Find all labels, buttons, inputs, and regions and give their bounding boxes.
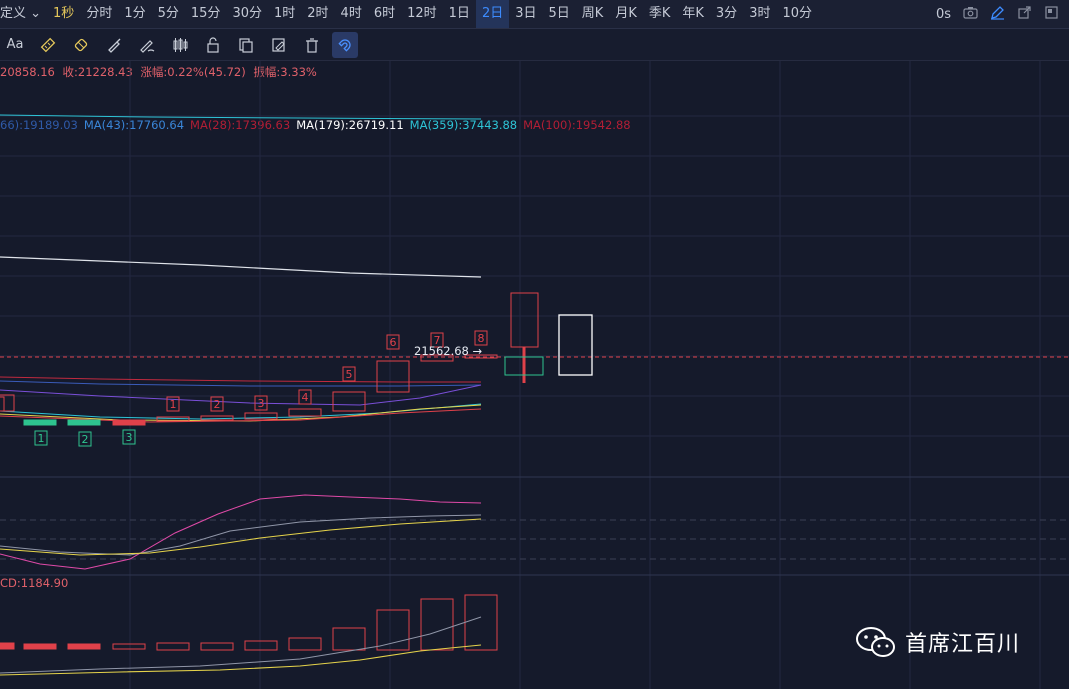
sequence-up-number: 5: [346, 368, 353, 381]
candle: [112, 419, 146, 426]
macd-label: CD:1184.90: [0, 576, 69, 590]
timeframe-8[interactable]: 2时: [301, 0, 334, 28]
camera-icon[interactable]: [963, 5, 978, 24]
kdj-d-line: [0, 518, 482, 556]
sequence-up-number: 2: [214, 398, 221, 411]
watermark-text: 首席江百川: [905, 632, 1021, 657]
ruler-icon[interactable]: [35, 32, 61, 58]
timeframe-9[interactable]: 4时: [335, 0, 368, 28]
timeframe-7[interactable]: 1时: [268, 0, 301, 28]
macd-bar: [376, 609, 410, 651]
timeframe-16[interactable]: 周K: [576, 0, 610, 28]
timeframe-14[interactable]: 3日: [509, 0, 542, 28]
timeframe-3[interactable]: 1分: [118, 0, 151, 28]
last-price-label: 21562.68 →: [414, 344, 483, 358]
candle: [558, 314, 593, 376]
candle: [67, 419, 101, 426]
draw-line-icon[interactable]: [134, 32, 160, 58]
countdown: 0s: [935, 6, 951, 22]
candle: [288, 408, 322, 417]
pencil-icon[interactable]: [990, 5, 1005, 24]
kdj-k-line: [0, 514, 482, 556]
timeframe-11[interactable]: 12时: [401, 0, 443, 28]
edit-icon[interactable]: [266, 32, 292, 58]
timeframe-13[interactable]: 2日: [475, 0, 510, 28]
kdj-j-line: [0, 494, 482, 570]
timeframe-4[interactable]: 5分: [152, 0, 185, 28]
sequence-down-number: 3: [126, 431, 133, 444]
timeframe-20[interactable]: 3分: [710, 0, 743, 28]
candle: [376, 360, 410, 393]
timeframe-12[interactable]: 1日: [443, 0, 476, 28]
text-tool-label: Aa: [6, 37, 24, 52]
timeframe-5[interactable]: 15分: [185, 0, 227, 28]
candle: [23, 419, 57, 426]
ma179-line: [0, 256, 482, 278]
sequence-down-markers: 1 2 3: [34, 429, 136, 447]
timeframe-21[interactable]: 3时: [743, 0, 776, 28]
macd-bar: [244, 640, 278, 651]
macd-bar: [200, 642, 234, 651]
sequence-down-number: 1: [38, 432, 45, 445]
candle: [332, 391, 366, 412]
timeframe-22[interactable]: 10分: [776, 0, 818, 28]
ma-cyan-line: [0, 403, 482, 420]
macd-bar: [332, 627, 366, 651]
sequence-up-number: 3: [258, 397, 265, 410]
timeframe-10[interactable]: 6时: [368, 0, 401, 28]
popout-icon[interactable]: [1017, 5, 1032, 24]
eraser-icon[interactable]: [68, 32, 94, 58]
macd-bar: [156, 642, 190, 651]
candlestick-icon[interactable]: [167, 32, 193, 58]
macd-histogram: [0, 594, 498, 651]
sequence-up-box: [0, 396, 5, 412]
macd-bar: [464, 594, 498, 651]
topbar-right-tools: 0s: [936, 0, 1069, 28]
fullscreen-icon[interactable]: [1044, 5, 1059, 24]
macd-bar: [23, 643, 57, 650]
timeframe-2[interactable]: 分时: [80, 0, 118, 28]
timeframe-15[interactable]: 5日: [543, 0, 576, 28]
text-tool[interactable]: Aa: [2, 32, 28, 58]
macd-bar: [67, 643, 101, 650]
drawing-toolbar: Aa: [0, 29, 1069, 61]
timeframe-18[interactable]: 季K: [643, 0, 677, 28]
sequence-down-number: 2: [82, 433, 89, 446]
candle: [510, 292, 539, 348]
timeframe-19[interactable]: 年K: [676, 0, 710, 28]
macd-bar: [0, 642, 15, 650]
timeframe-6[interactable]: 30分: [226, 0, 268, 28]
copy-icon[interactable]: [233, 32, 259, 58]
brush-icon[interactable]: [101, 32, 127, 58]
timeframe-bar: 定义 ⌄ 1秒 分时 1分 5分 15分 30分 1时 2时 4时 6时 12时 1日 2日 3日 5日 周K 月…: [0, 0, 1069, 29]
sequence-up-number: 6: [390, 336, 397, 349]
macd-bar: [288, 637, 322, 651]
trash-icon[interactable]: [299, 32, 325, 58]
timeframe-1[interactable]: 1秒: [47, 0, 80, 28]
sequence-up-number: 4: [302, 391, 309, 404]
wechat-icon: [856, 627, 895, 657]
candles: [0, 292, 593, 426]
lock-icon[interactable]: [200, 32, 226, 58]
watermark: 首席江百川: [855, 625, 1020, 659]
timeframe-17[interactable]: 月K: [609, 0, 643, 28]
sequence-up-number: 1: [170, 398, 177, 411]
timeframe-0[interactable]: 定义 ⌄: [0, 0, 47, 28]
macd-bar: [420, 598, 454, 651]
macd-bar: [112, 643, 146, 650]
price-chart[interactable]: 1 2 3 456 7 8 123: [0, 61, 1069, 689]
magnet-icon[interactable]: [332, 31, 358, 58]
